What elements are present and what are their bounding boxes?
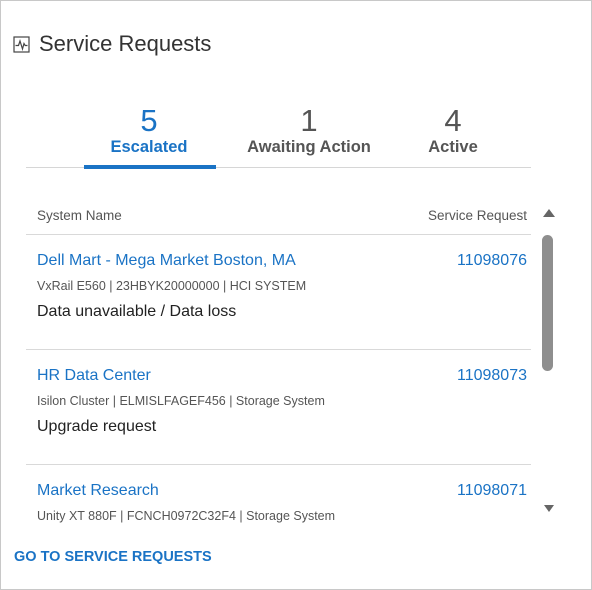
tab-label: Awaiting Action (247, 138, 371, 156)
system-detail: Unity XT 880F | FCNCH0972C32F4 | Storage… (37, 509, 336, 523)
system-detail: VxRail E560 | 23HBYK20000000 | HCI SYSTE… (37, 279, 307, 293)
tab-count: 4 (444, 103, 462, 138)
go-to-service-requests-link[interactable]: GO TO SERVICE REQUESTS (14, 549, 212, 565)
tab-escalated[interactable]: 5 Escalated (86, 105, 212, 168)
card-header: Service Requests (13, 31, 211, 57)
service-requests-card: Service Requests 5 Escalated 1 Awaiting … (0, 0, 592, 590)
tab-awaiting-action[interactable]: 1 Awaiting Action (232, 105, 386, 157)
service-request-link[interactable]: 11098073 (457, 367, 527, 385)
row-divider (26, 464, 531, 465)
tab-label: Escalated (110, 138, 188, 156)
tab-label: Active (428, 138, 478, 156)
scroll-thumb[interactable] (542, 235, 553, 371)
list-scrollbar[interactable] (537, 204, 559, 524)
status-tabs: 5 Escalated 1 Awaiting Action 4 Active (26, 105, 531, 169)
card-title: Service Requests (39, 31, 212, 56)
service-request-list: Dell Mart - Mega Market Boston, MA 11098… (26, 234, 531, 524)
column-header-service-request: Service Request (427, 208, 527, 223)
row-divider (26, 349, 531, 350)
list-item: Market Research 11098071 Unity XT 880F |… (26, 464, 531, 524)
scroll-down-arrow-icon[interactable] (544, 505, 554, 512)
row-divider (26, 234, 531, 235)
list-item: Dell Mart - Mega Market Boston, MA 11098… (26, 234, 531, 349)
service-request-link[interactable]: 11098076 (457, 252, 527, 270)
list-item: HR Data Center 11098073 Isilon Cluster |… (26, 349, 531, 464)
column-header-system-name: System Name (37, 208, 122, 223)
selected-tab-indicator (84, 165, 216, 169)
system-name-link[interactable]: HR Data Center (37, 367, 151, 385)
activity-chart-icon (13, 35, 30, 53)
system-detail: Isilon Cluster | ELMISLFAGEF456 | Storag… (37, 394, 325, 408)
issue-description: Data unavailable / Data loss (37, 303, 237, 320)
tab-active[interactable]: 4 Active (409, 105, 497, 157)
scroll-up-arrow-icon[interactable] (543, 209, 555, 217)
issue-description: Upgrade request (37, 418, 157, 435)
tab-count: 5 (140, 103, 158, 138)
service-request-link[interactable]: 11098071 (457, 482, 527, 500)
system-name-link[interactable]: Market Research (37, 482, 159, 500)
system-name-link[interactable]: Dell Mart - Mega Market Boston, MA (37, 252, 296, 270)
tab-count: 1 (300, 103, 318, 138)
